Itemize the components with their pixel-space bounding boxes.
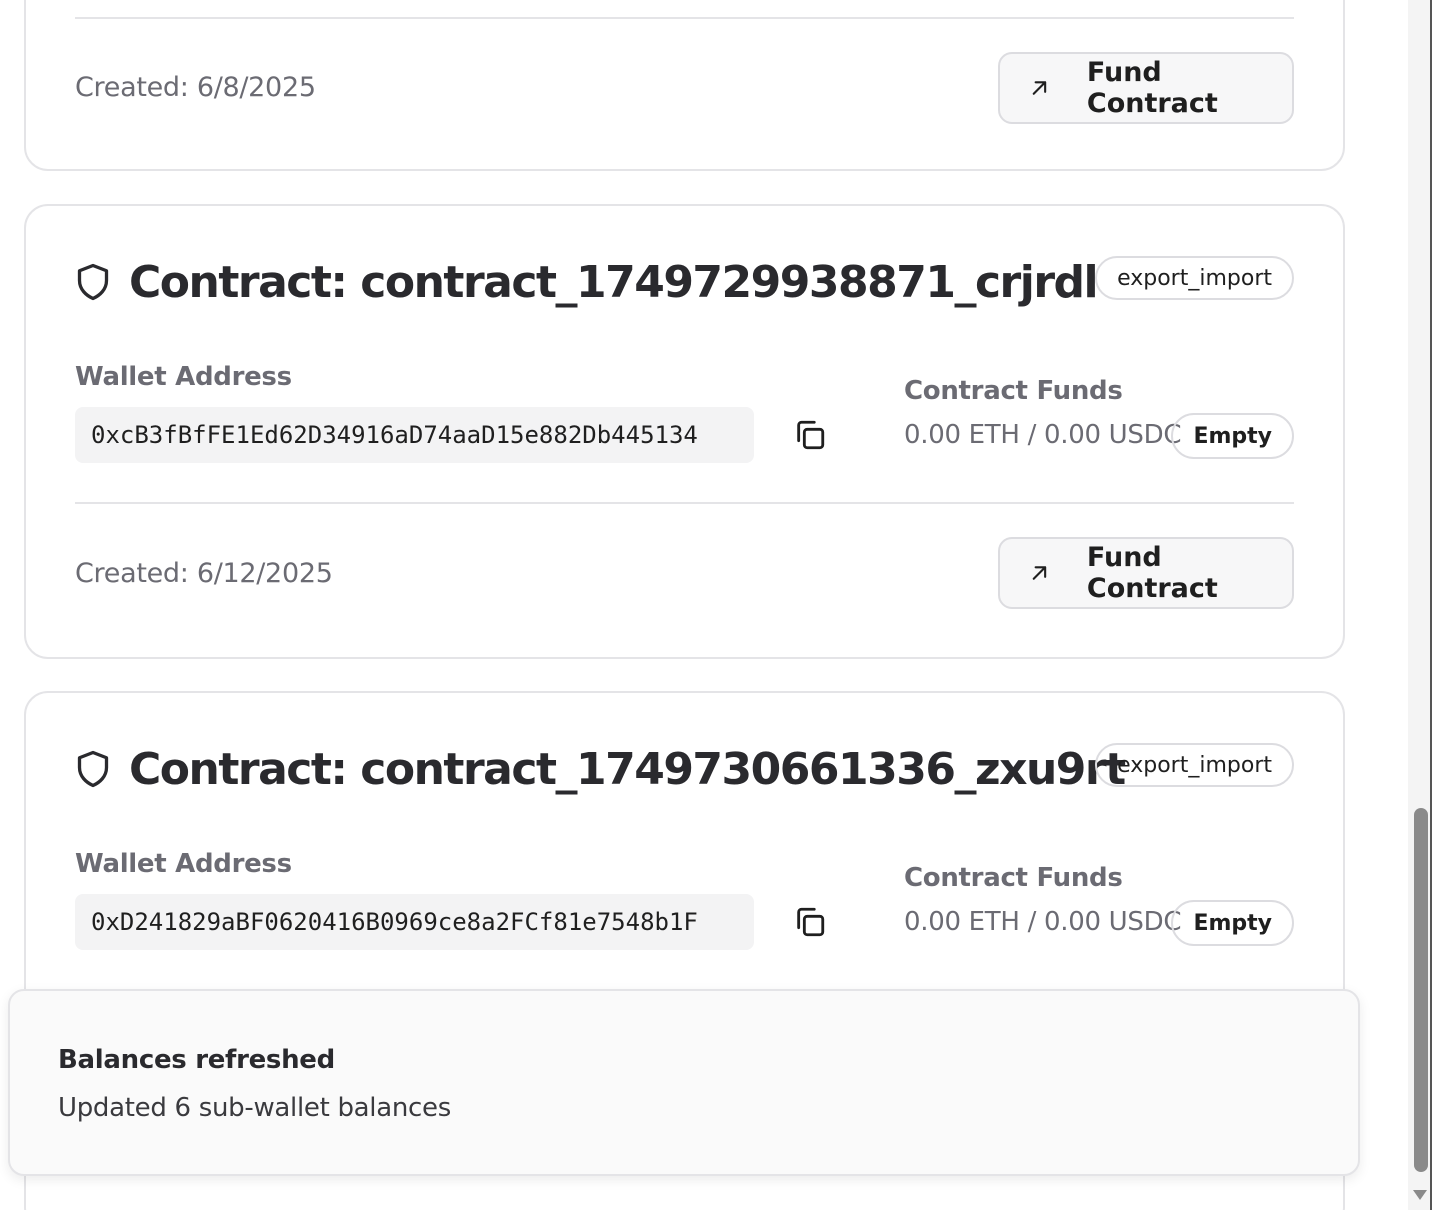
contract-title: Contract: contract_1749729938871_crjrdl <box>129 256 1099 308</box>
contract-card: Created: 6/8/2025 Fund Contract <box>24 0 1345 171</box>
funds-status-badge: Empty <box>1171 900 1294 946</box>
toast-notification[interactable]: Balances refreshed Updated 6 sub-wallet … <box>8 989 1360 1176</box>
contract-type-badge: export_import <box>1095 256 1294 300</box>
fund-contract-label: Fund Contract <box>1086 57 1218 119</box>
shield-icon <box>77 263 109 301</box>
contract-type-badge: export_import <box>1095 743 1294 787</box>
copy-icon[interactable] <box>793 418 827 452</box>
copy-icon[interactable] <box>793 905 827 939</box>
wallet-address-value: 0xcB3fBfFE1Ed62D34916aD74aaD15e882Db4451… <box>75 407 754 463</box>
contracts-list-viewport: Created: 6/8/2025 Fund Contract Contract… <box>0 0 1432 1210</box>
arrow-up-right-icon <box>1032 566 1047 580</box>
created-date: Created: 6/12/2025 <box>75 558 333 589</box>
wallet-address-label: Wallet Address <box>75 362 292 392</box>
card-divider <box>75 502 1294 504</box>
contract-card: Contract: contract_1749729938871_crjrdl … <box>24 204 1345 659</box>
shield-icon <box>77 750 109 788</box>
wallet-address-label: Wallet Address <box>75 849 292 879</box>
contract-funds-label: Contract Funds <box>904 376 1123 406</box>
toast-title: Balances refreshed <box>58 1045 335 1075</box>
contract-funds-value: 0.00 ETH / 0.00 USDC <box>904 907 1182 937</box>
contract-title: Contract: contract_1749730661336_zxu9rt <box>129 743 1126 795</box>
toast-description: Updated 6 sub-wallet balances <box>58 1093 451 1123</box>
card-divider <box>75 17 1294 19</box>
contract-funds-label: Contract Funds <box>904 863 1123 893</box>
fund-contract-button[interactable]: Fund Contract <box>998 52 1294 124</box>
fund-contract-label: Fund Contract <box>1086 542 1218 604</box>
created-date: Created: 6/8/2025 <box>75 72 316 103</box>
scrollbar-thumb[interactable] <box>1414 808 1428 1172</box>
scroll-down-arrow-icon[interactable] <box>1412 1188 1428 1202</box>
arrow-up-right-icon <box>1032 81 1047 95</box>
contract-funds-value: 0.00 ETH / 0.00 USDC <box>904 420 1182 450</box>
wallet-address-value: 0xD241829aBF0620416B0969ce8a2FCf81e7548b… <box>75 894 754 950</box>
funds-status-badge: Empty <box>1171 413 1294 459</box>
fund-contract-button[interactable]: Fund Contract <box>998 537 1294 609</box>
vertical-scrollbar[interactable] <box>1408 0 1432 1210</box>
